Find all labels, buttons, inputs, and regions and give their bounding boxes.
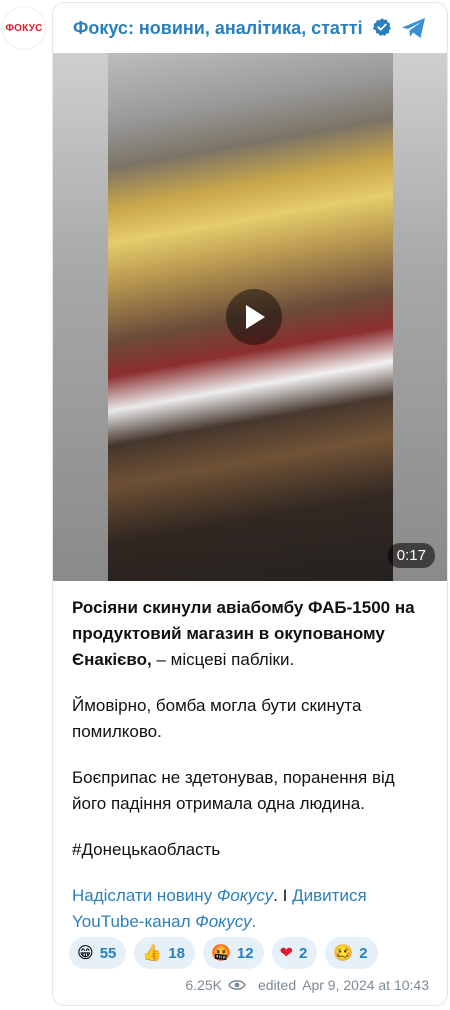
video-letterbox-right — [393, 53, 447, 581]
play-icon — [246, 305, 265, 329]
channel-avatar[interactable]: ФОКУС — [2, 6, 46, 50]
reaction-count: 2 — [359, 944, 368, 962]
send-news-link[interactable]: Надіслати новину Фокусу — [72, 886, 273, 905]
video-player[interactable]: 0:17 — [53, 53, 447, 581]
video-letterbox-left — [53, 53, 108, 581]
reaction-count: 55 — [99, 944, 117, 962]
grinning-face-icon: 😁 — [77, 943, 94, 962]
video-duration: 0:17 — [387, 543, 435, 568]
edited-label: edited — [257, 977, 297, 993]
view-count: 6.25K — [185, 977, 222, 993]
post-text: Росіяни скинули авіабомбу ФАБ-1500 на пр… — [72, 595, 432, 955]
reaction-thumbs-up[interactable]: 👍 18 — [134, 937, 195, 969]
reaction-count: 18 — [168, 944, 185, 962]
telegram-share-icon[interactable] — [399, 13, 429, 43]
reactions-bar: 😁 55 👍 18 🤬 12 ❤ 2 🥴 2 — [69, 937, 378, 969]
play-button[interactable] — [226, 289, 282, 345]
post-links: Надіслати новину Фокусу. І Дивитися YouT… — [72, 886, 367, 931]
eye-icon — [228, 980, 246, 990]
reaction-count: 2 — [299, 944, 308, 962]
hashtag-link[interactable]: #Донецькаобласть — [72, 837, 432, 863]
post-card: Фокус: новини, аналітика, статті 0:17 Ро… — [52, 2, 448, 1006]
thumbs-up-icon: 👍 — [142, 943, 163, 962]
red-heart-icon: ❤ — [279, 943, 293, 962]
verified-badge-icon — [372, 18, 391, 36]
post-paragraph-3: Боєприпас не здетонував, поранення від й… — [72, 768, 395, 813]
post-date[interactable]: Apr 9, 2024 at 10:43 — [302, 977, 429, 993]
post-header: Фокус: новини, аналітика, статті — [53, 3, 447, 53]
channel-name[interactable]: Фокус: новини, аналітика, статті — [73, 17, 392, 39]
reaction-heart[interactable]: ❤ 2 — [271, 937, 318, 969]
avatar-logo-text: ФОКУС — [5, 22, 43, 34]
reaction-angry[interactable]: 🤬 12 — [202, 937, 264, 969]
reaction-count: 12 — [236, 944, 254, 962]
post-meta: 6.25K edited Apr 9, 2024 at 10:43 — [185, 977, 429, 993]
post-paragraph-2: Ймовірно, бомба могла бути скинута помил… — [72, 696, 362, 741]
reaction-woozy[interactable]: 🥴 2 — [325, 937, 378, 969]
reaction-grinning[interactable]: 😁 55 — [69, 937, 127, 969]
woozy-face-icon: 🥴 — [333, 943, 354, 962]
post-paragraph-1: Росіяни скинули авіабомбу ФАБ-1500 на пр… — [72, 598, 415, 669]
angry-face-icon: 🤬 — [210, 943, 231, 962]
